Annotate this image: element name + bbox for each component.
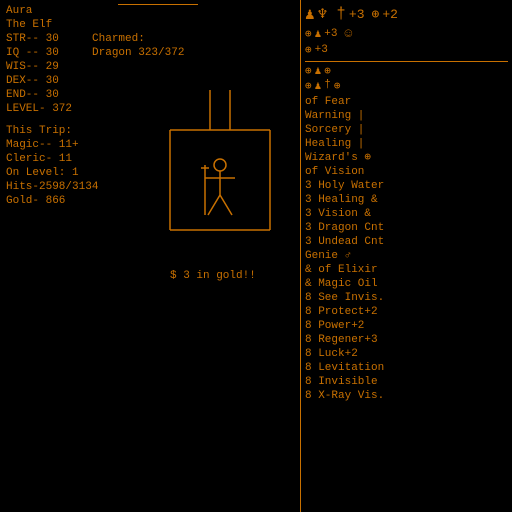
stat-iq: IQ -- 30 bbox=[6, 46, 72, 60]
shield-icon: ⊕ bbox=[372, 7, 380, 22]
right-item-8: 3 Vision & bbox=[305, 207, 508, 221]
icon-row-1: ♟ ♆ † +3 ⊕ +2 bbox=[305, 4, 508, 24]
stat-end: END-- 30 bbox=[6, 88, 72, 102]
dungeon-room bbox=[150, 90, 290, 260]
stat-level: LEVEL- 372 bbox=[6, 102, 72, 116]
right-item-5: of Vision bbox=[305, 165, 508, 179]
icon-row-2: ⊕ ♟ +3 ☺ bbox=[305, 26, 508, 41]
cross-icon: † bbox=[336, 5, 346, 23]
right-item-11: Genie ♂ bbox=[305, 249, 508, 263]
ring-icon-4: ⊕ bbox=[324, 64, 331, 78]
right-item-13: & Magic Oil bbox=[305, 277, 508, 291]
ring-icon-5: ⊕ bbox=[305, 79, 312, 93]
stats-block: STR-- 30 IQ -- 30 WIS-- 29 DEX-- 30 END-… bbox=[6, 32, 72, 116]
plus3-label-3: +3 bbox=[315, 44, 328, 56]
stat-wis: WIS-- 29 bbox=[6, 60, 72, 74]
right-item-7: 3 Healing & bbox=[305, 193, 508, 207]
right-item-14: 8 See Invis. bbox=[305, 291, 508, 305]
right-item-2: Sorcery | bbox=[305, 123, 508, 137]
right-item-20: 8 Invisible bbox=[305, 375, 508, 389]
plus3-label-2: +3 bbox=[324, 28, 337, 40]
right-item-4: Wizard's ⊕ bbox=[305, 151, 508, 165]
icon-cluster-row: ⊕ ♟ ⊕ bbox=[305, 64, 508, 78]
icon-cluster-row2: ⊕ ♟ † ⊕ bbox=[305, 79, 508, 93]
game-container: Aura The Elf STR-- 30 IQ -- 30 WIS-- 29 … bbox=[0, 0, 512, 512]
right-item-1: Warning | bbox=[305, 109, 508, 123]
right-item-17: 8 Regener+3 bbox=[305, 333, 508, 347]
stat-dex: DEX-- 30 bbox=[6, 74, 72, 88]
right-item-6: 3 Holy Water bbox=[305, 179, 508, 193]
plus3-label: +3 bbox=[349, 7, 365, 22]
character-name: Aura bbox=[6, 4, 294, 18]
trophy-icon: ♆ bbox=[318, 4, 328, 24]
ring-icon-1: ⊕ bbox=[305, 27, 312, 41]
figure-icon-3: ♟ bbox=[315, 79, 322, 93]
cross-icon-2: † bbox=[324, 79, 331, 93]
right-item-16: 8 Power+2 bbox=[305, 319, 508, 333]
right-item-18: 8 Luck+2 bbox=[305, 347, 508, 361]
right-item-12: & of Elixir bbox=[305, 263, 508, 277]
top-divider bbox=[118, 4, 198, 5]
right-item-10: 3 Undead Cnt bbox=[305, 235, 508, 249]
stat-str: STR-- 30 bbox=[6, 32, 72, 46]
gold-text: $ 3 in gold!! bbox=[170, 270, 256, 282]
right-panel: ♟ ♆ † +3 ⊕ +2 ⊕ ♟ +3 ☺ ⊕ +3 ⊕ ♟ ⊕ ⊕ ♟ † bbox=[300, 0, 512, 512]
character-title: The Elf bbox=[6, 18, 294, 32]
ring-icon-3: ⊕ bbox=[305, 64, 312, 78]
right-item-19: 8 Levitation bbox=[305, 361, 508, 375]
ring-icon-6: ⊕ bbox=[334, 79, 341, 93]
charmed-value: Dragon 323/372 bbox=[92, 46, 184, 60]
icon-row-3: ⊕ +3 bbox=[305, 43, 508, 57]
right-item-21: 8 X-Ray Vis. bbox=[305, 389, 508, 403]
right-item-15: 8 Protect+2 bbox=[305, 305, 508, 319]
right-divider bbox=[305, 61, 508, 62]
right-item-3: Healing | bbox=[305, 137, 508, 151]
left-panel: Aura The Elf STR-- 30 IQ -- 30 WIS-- 29 … bbox=[0, 0, 300, 512]
figure-icon: ♟ bbox=[315, 27, 322, 41]
charmed-label: Charmed: bbox=[92, 32, 184, 46]
plus2-label: +2 bbox=[382, 7, 398, 22]
right-item-0: of Fear bbox=[305, 95, 508, 109]
right-item-9: 3 Dragon Cnt bbox=[305, 221, 508, 235]
ring-icon-2: ⊕ bbox=[305, 43, 312, 57]
person-figure-icon: ☺ bbox=[344, 26, 352, 41]
figure-icon-2: ♟ bbox=[315, 64, 322, 78]
person-icon: ♟ bbox=[305, 4, 315, 24]
right-items-list: of FearWarning |Sorcery |Healing |Wizard… bbox=[305, 95, 508, 403]
